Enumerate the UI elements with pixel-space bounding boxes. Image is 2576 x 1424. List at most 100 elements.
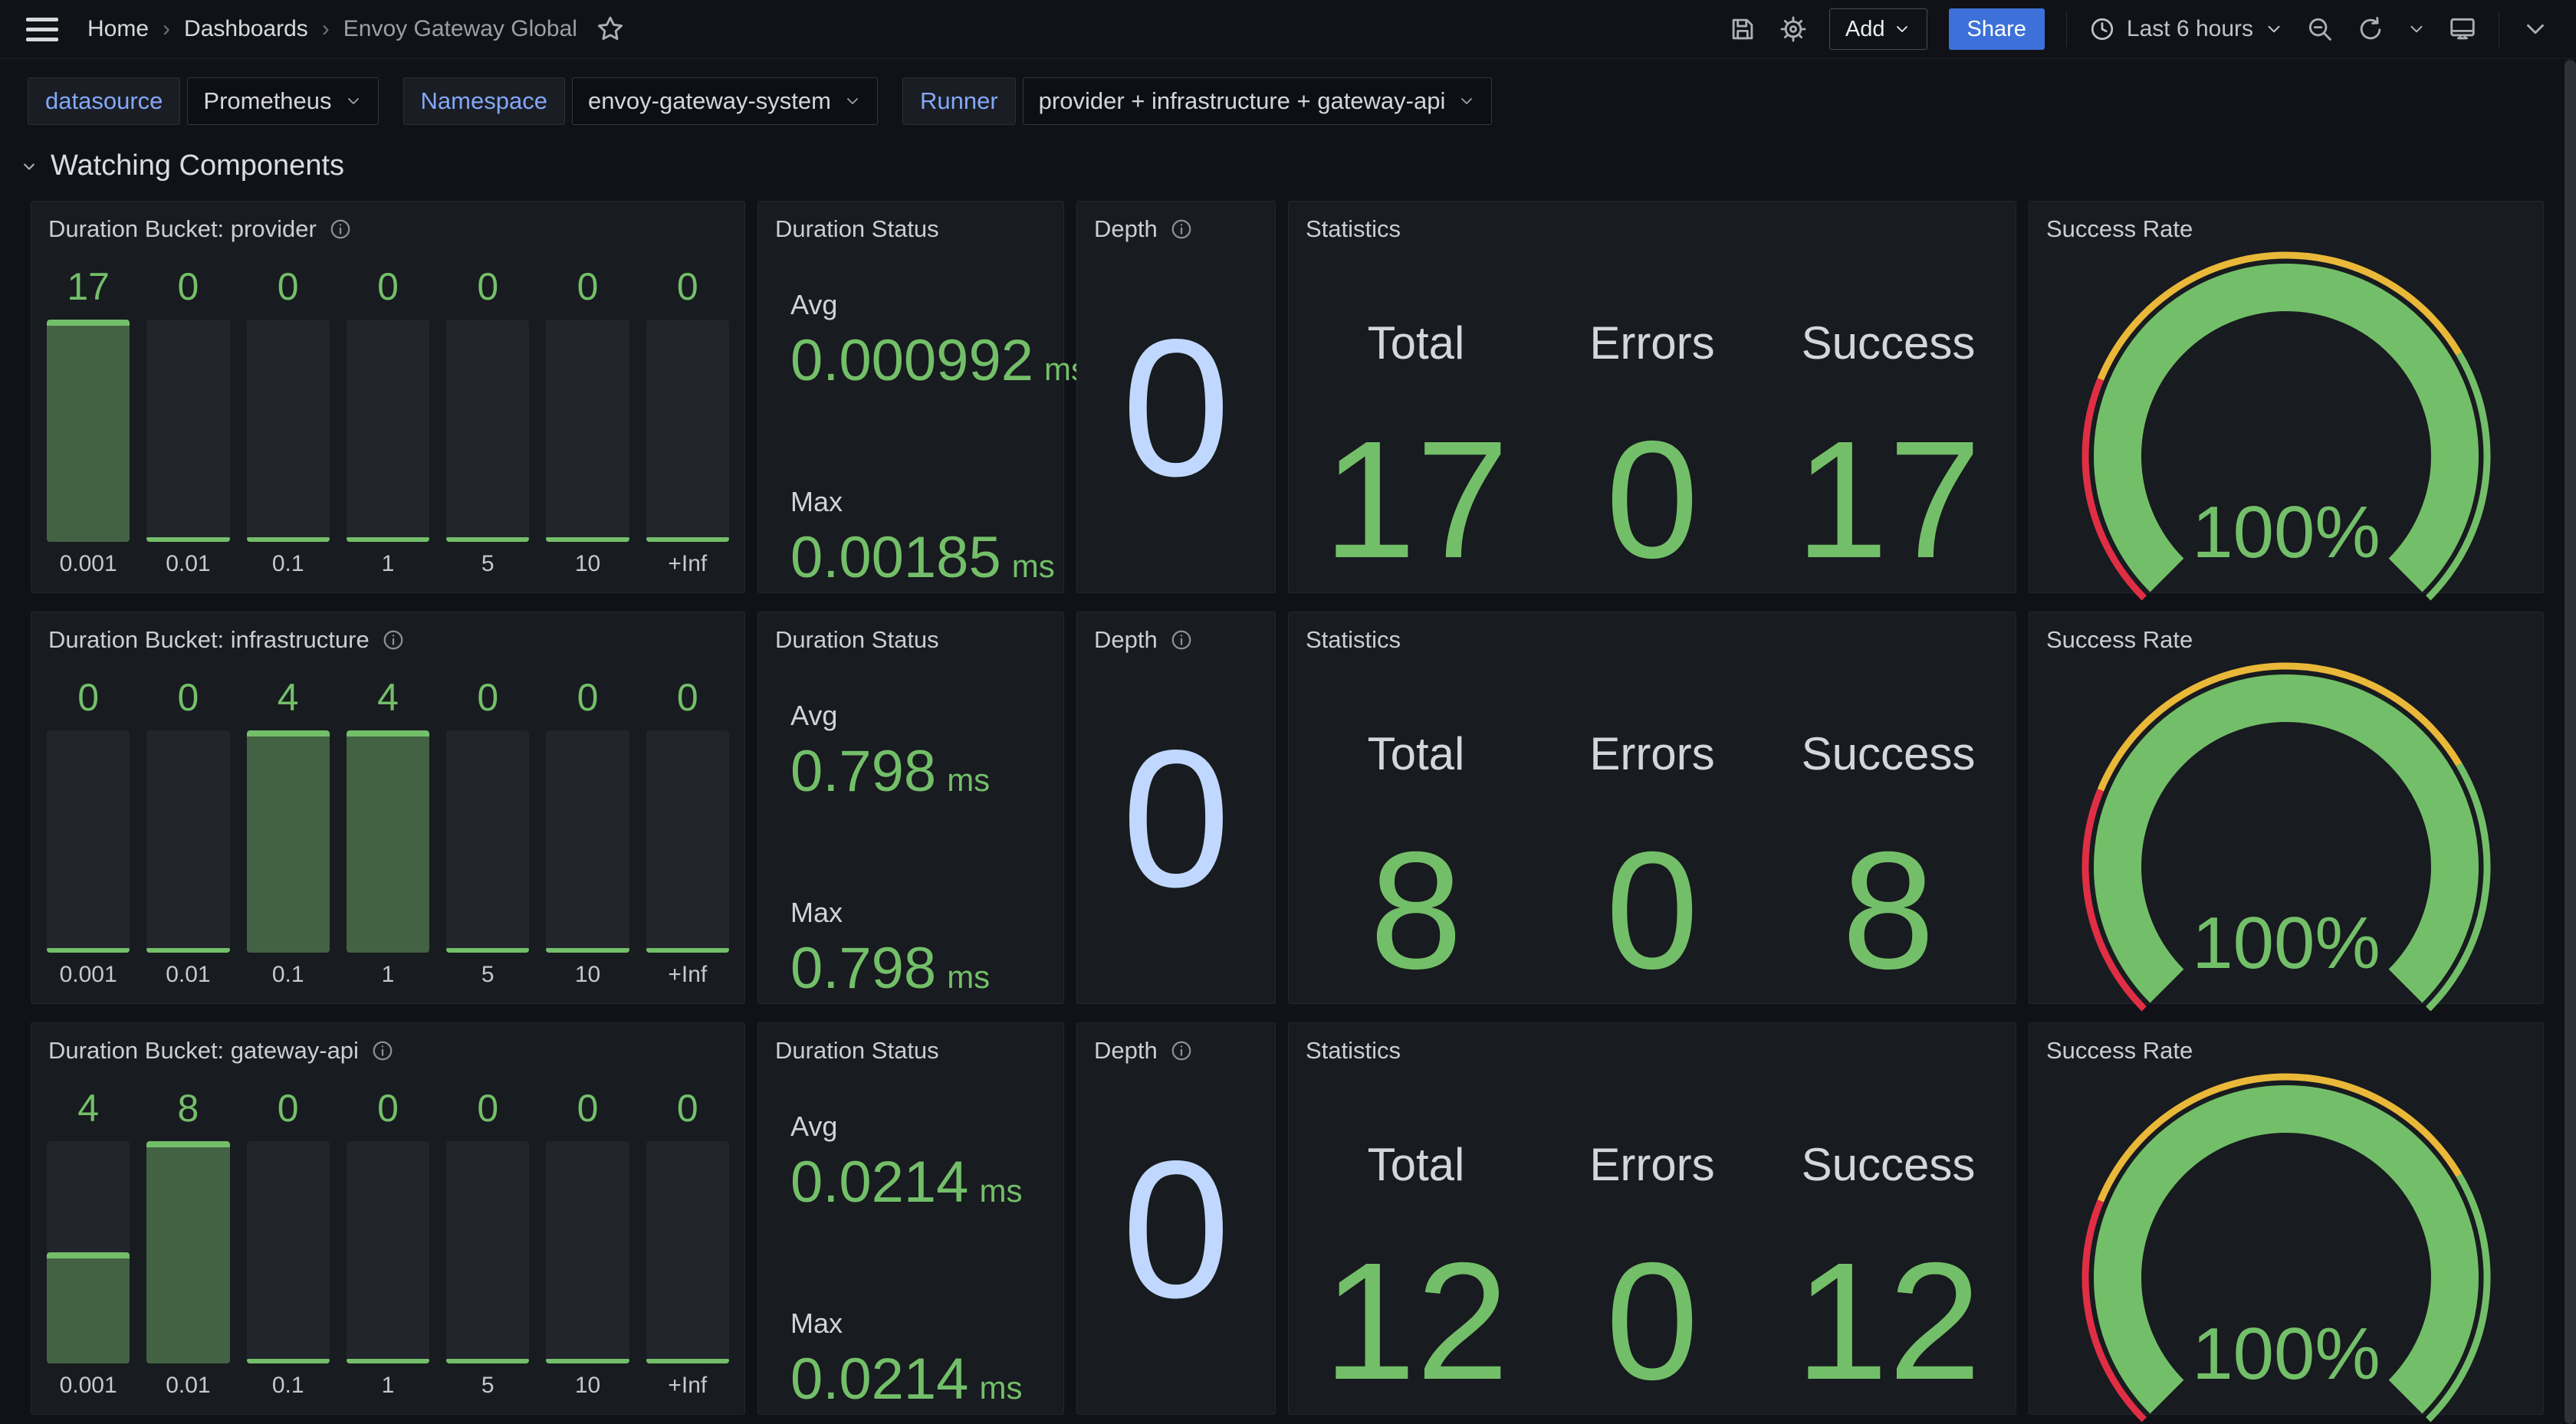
refresh-icon[interactable] <box>2356 15 2385 44</box>
stat-total: Total 17 <box>1298 243 1534 592</box>
bar-x-label: 0.001 <box>47 962 130 991</box>
star-icon[interactable] <box>596 15 625 44</box>
breadcrumb-dashboards[interactable]: Dashboards <box>184 16 308 42</box>
bar-track <box>446 730 529 953</box>
info-icon[interactable] <box>1170 628 1193 651</box>
monitor-icon[interactable] <box>2448 15 2477 44</box>
bar-track <box>646 320 729 542</box>
panel-statistics: Statistics Total17 Errors0 Success17 <box>1288 201 2016 593</box>
panel-duration-bucket: Duration Bucket: gateway-api 40.00180.01… <box>31 1022 745 1415</box>
stat-header: Errors <box>1589 317 1714 369</box>
stat-header: Total <box>1368 317 1465 369</box>
info-icon[interactable] <box>329 218 352 241</box>
add-button[interactable]: Add <box>1829 8 1927 50</box>
chevron-down-icon <box>18 156 40 177</box>
bar-x-label: +Inf <box>646 1373 729 1402</box>
panel-title[interactable]: Duration Status <box>775 626 939 654</box>
bar-column: 0+Inf <box>646 1086 729 1402</box>
panel-title[interactable]: Success Rate <box>2046 1037 2193 1065</box>
avg-value: 0.798 <box>790 738 936 805</box>
refresh-interval-dropdown[interactable] <box>2407 19 2426 39</box>
bar-x-label: 10 <box>546 1373 629 1402</box>
nav-actions: Add Share Last 6 hours <box>1728 8 2550 50</box>
bar-fill <box>347 537 429 542</box>
gear-icon[interactable] <box>1779 15 1808 44</box>
share-button[interactable]: Share <box>1949 8 2045 50</box>
panel-title[interactable]: Depth <box>1094 1037 1158 1065</box>
bar-column: 80.01 <box>146 1086 229 1402</box>
dashboard-row-infrastructure: Duration Bucket: infrastructure 00.00100… <box>31 612 2576 1004</box>
gauge-value: 100% <box>2029 1312 2543 1396</box>
vertical-scrollbar[interactable] <box>2564 60 2576 1424</box>
bar-value-label: 0 <box>546 675 629 720</box>
bar-value-label: 8 <box>146 1086 229 1130</box>
bar-x-label: +Inf <box>646 962 729 991</box>
bar-column: 010 <box>546 264 629 580</box>
bar-value-label: 0 <box>347 1086 429 1130</box>
bar-x-label: 1 <box>347 1373 429 1402</box>
zoom-out-icon[interactable] <box>2305 15 2334 44</box>
panel-success-rate: Success Rate 100% <box>2029 201 2544 593</box>
stat-value: 17 <box>1323 417 1509 584</box>
bar-x-label: 1 <box>347 551 429 580</box>
breadcrumb: Home › Dashboards › Envoy Gateway Global <box>87 16 577 42</box>
stat-header: Success <box>1802 317 1976 369</box>
bar-track <box>347 1141 429 1363</box>
breadcrumb-home[interactable]: Home <box>87 16 149 42</box>
panel-title[interactable]: Duration Bucket: infrastructure <box>48 626 370 654</box>
bar-track <box>646 1141 729 1363</box>
variable-value-dropdown[interactable]: envoy-gateway-system <box>572 77 878 125</box>
panel-title[interactable]: Depth <box>1094 626 1158 654</box>
bar-track <box>646 730 729 953</box>
info-icon[interactable] <box>1170 1039 1193 1062</box>
bar-track <box>546 730 629 953</box>
panel-title[interactable]: Duration Bucket: gateway-api <box>48 1037 359 1065</box>
panel-title[interactable]: Duration Status <box>775 215 939 243</box>
bar-track <box>47 1141 130 1363</box>
save-icon[interactable] <box>1728 15 1757 44</box>
info-icon[interactable] <box>382 628 405 651</box>
chevron-down-icon <box>1457 92 1476 110</box>
info-icon[interactable] <box>371 1039 394 1062</box>
max-unit: ms <box>979 1370 1022 1406</box>
bar-fill <box>146 948 229 953</box>
share-button-label: Share <box>1967 17 2026 42</box>
panel-title[interactable]: Statistics <box>1306 215 1401 243</box>
variable-value-dropdown[interactable]: provider + infrastructure + gateway-api <box>1023 77 1493 125</box>
panel-title[interactable]: Statistics <box>1306 626 1401 654</box>
stat-total: Total8 <box>1298 654 1534 1003</box>
panel-title[interactable]: Success Rate <box>2046 626 2193 654</box>
collapse-toolbar-chevron[interactable] <box>2521 15 2550 44</box>
add-button-label: Add <box>1845 17 1885 42</box>
stat-value: 12 <box>1323 1239 1509 1406</box>
variable-runner: Runner provider + infrastructure + gatew… <box>902 77 1492 125</box>
clock-icon <box>2088 15 2116 43</box>
bar-column: 00.1 <box>247 1086 330 1402</box>
info-icon[interactable] <box>1170 218 1193 241</box>
panel-title[interactable]: Duration Status <box>775 1037 939 1065</box>
chevron-down-icon <box>1893 20 1911 38</box>
row-section-toggle[interactable]: Watching Components <box>0 125 2576 182</box>
panel-title[interactable]: Depth <box>1094 215 1158 243</box>
time-range-picker[interactable]: Last 6 hours <box>2088 15 2284 43</box>
variable-value-dropdown[interactable]: Prometheus <box>187 77 378 125</box>
bar-fill <box>646 537 729 542</box>
section-title: Watching Components <box>51 149 344 182</box>
bar-value-label: 4 <box>347 675 429 720</box>
variable-label: datasource <box>28 77 180 125</box>
bar-column: 01 <box>347 264 429 580</box>
bar-x-label: 0.1 <box>247 962 330 991</box>
bar-x-label: 5 <box>446 962 529 991</box>
bar-value-label: 4 <box>247 675 330 720</box>
panel-title[interactable]: Success Rate <box>2046 215 2193 243</box>
panel-title[interactable]: Duration Bucket: provider <box>48 215 317 243</box>
panel-duration-bucket: Duration Bucket: infrastructure 00.00100… <box>31 612 745 1004</box>
bar-track <box>146 730 229 953</box>
duration-bucket-chart: 170.00100.0100.101050100+Inf <box>31 243 744 592</box>
hamburger-icon[interactable] <box>26 18 58 41</box>
bar-fill <box>47 948 130 953</box>
bar-column: 40.1 <box>247 675 330 991</box>
panel-title[interactable]: Statistics <box>1306 1037 1401 1065</box>
avg-label: Avg <box>790 1111 1063 1143</box>
variable-datasource: datasource Prometheus <box>28 77 379 125</box>
